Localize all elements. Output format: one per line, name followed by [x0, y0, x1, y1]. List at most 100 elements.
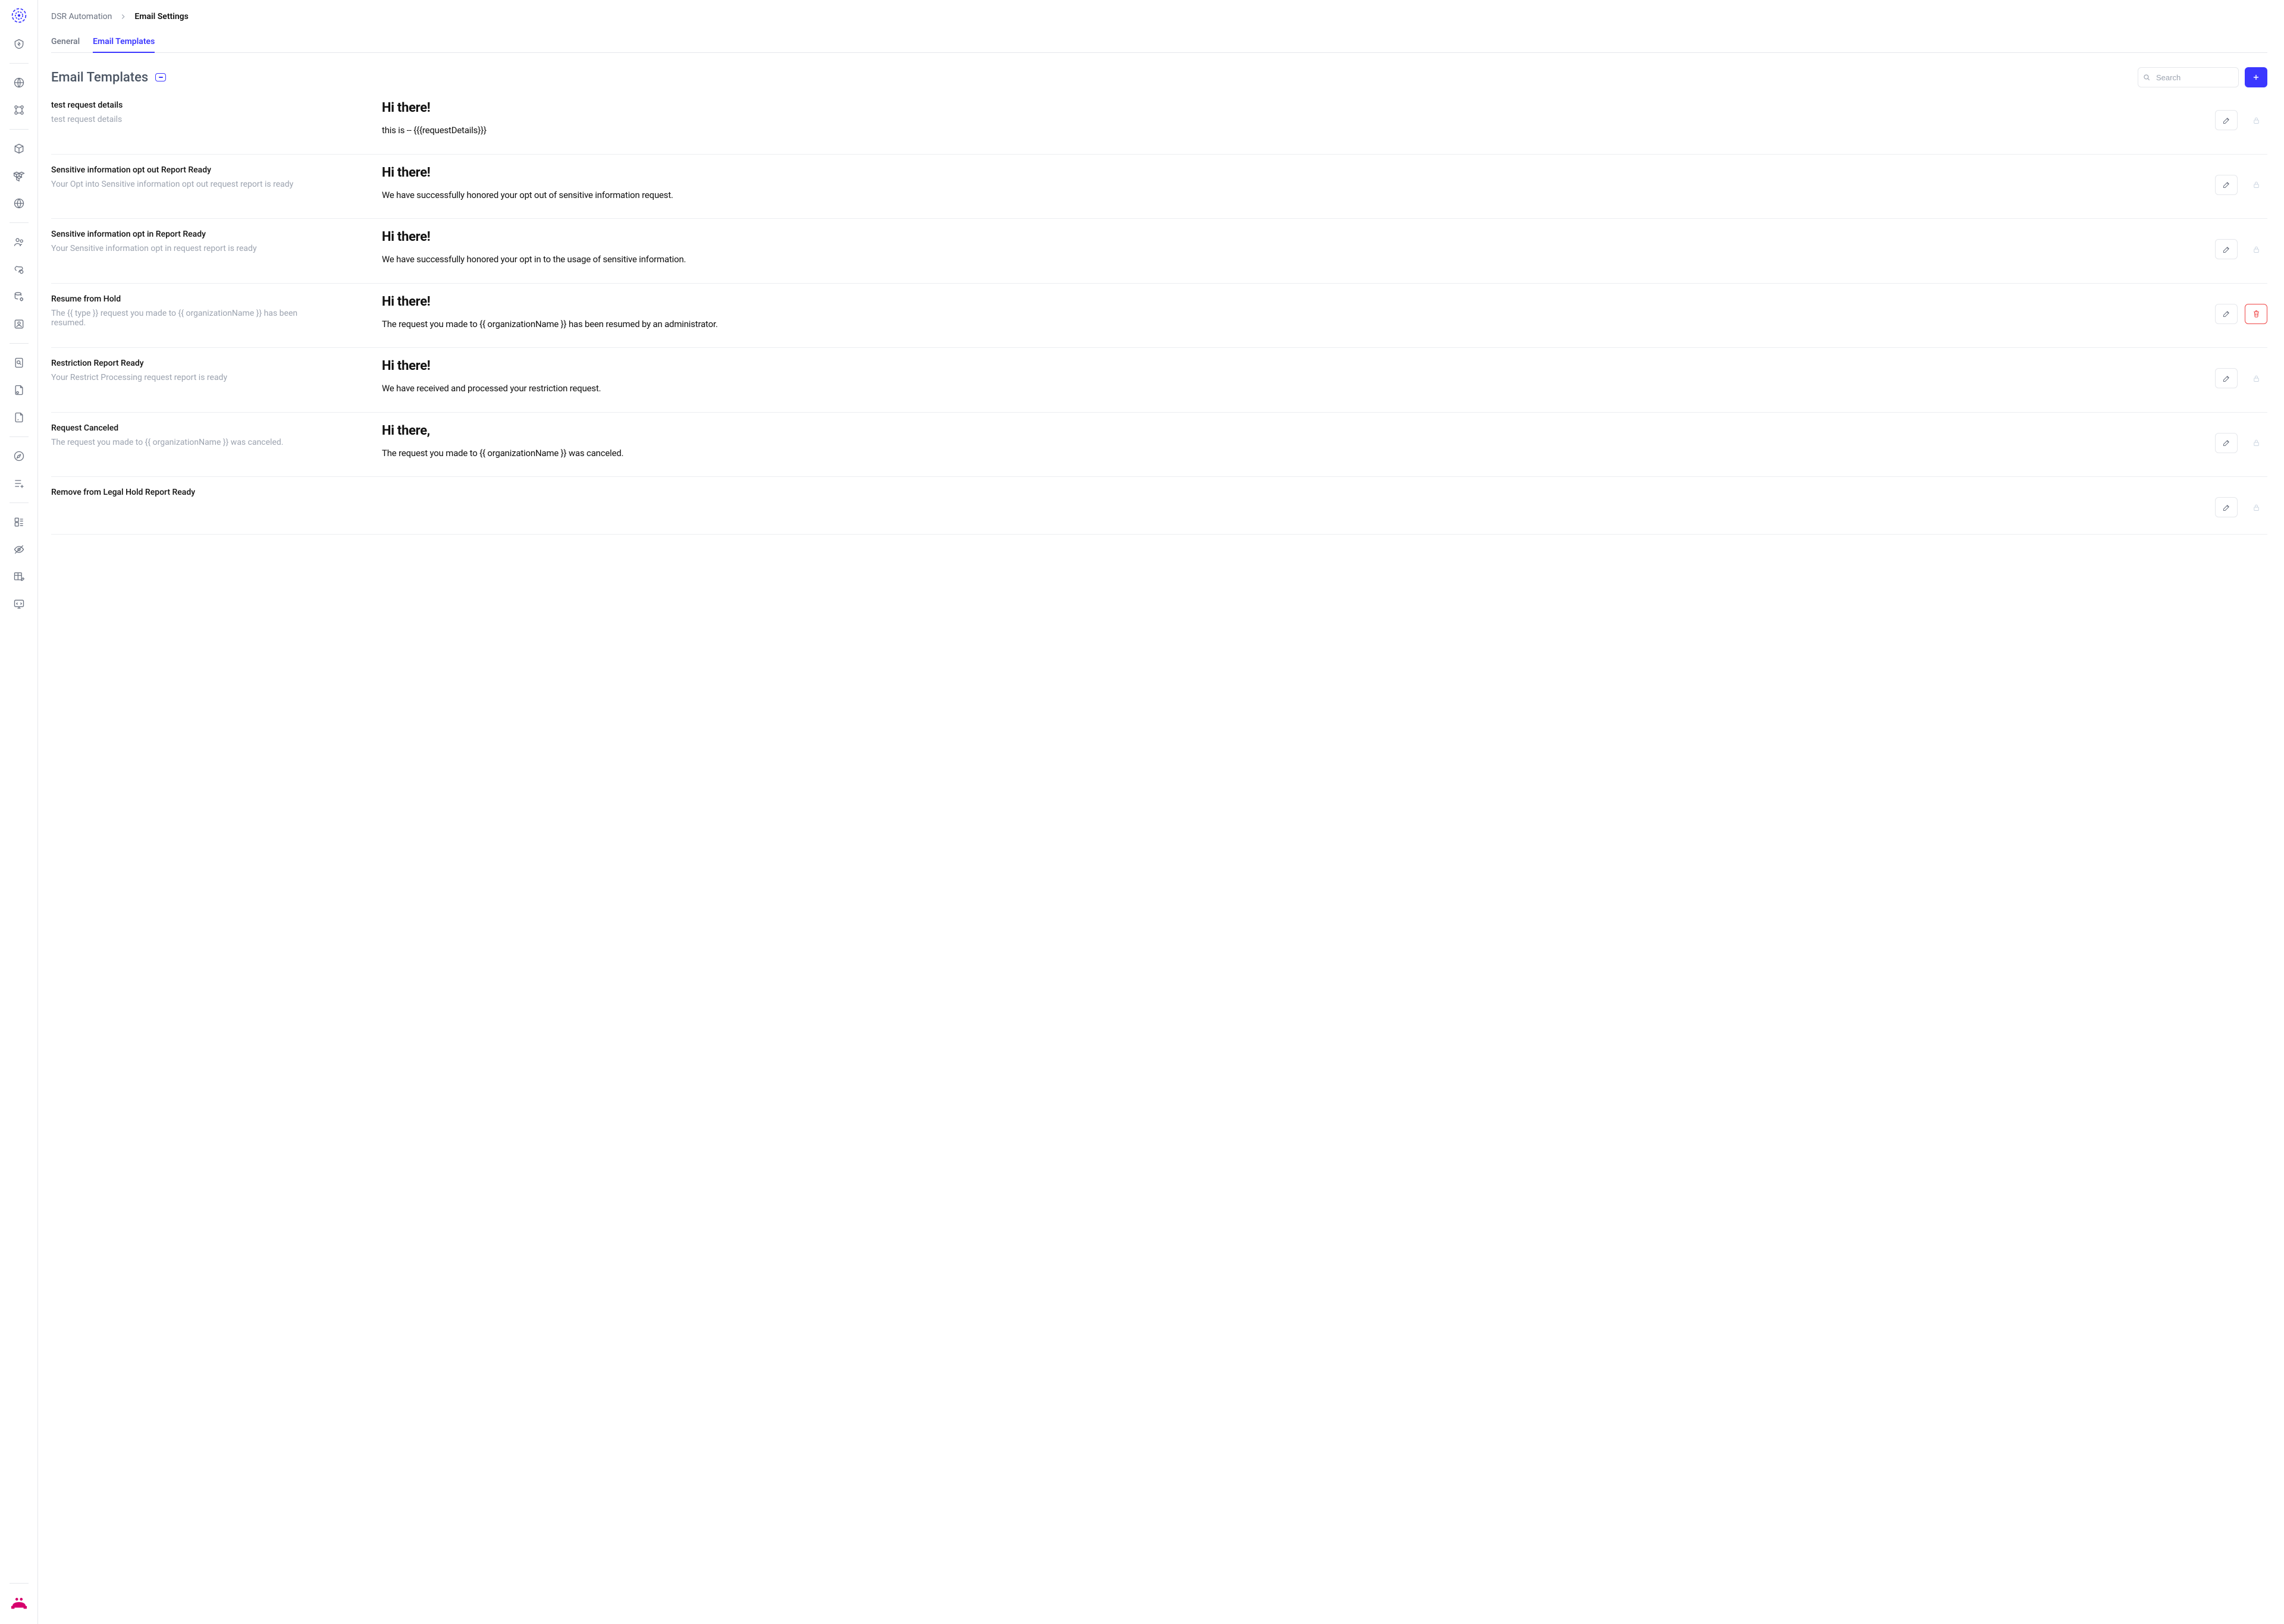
- template-body: We have successfully honored your opt in…: [382, 253, 2151, 266]
- template-preview: Hi there! The request you made to {{ orga…: [382, 294, 2151, 331]
- template-greeting: Hi there!: [382, 359, 2151, 373]
- sidebar-divider: [10, 436, 29, 437]
- template-greeting: Hi there,: [382, 423, 2151, 438]
- template-meta: Restriction Report Ready Your Restrict Pr…: [51, 359, 325, 382]
- nav-compass-icon[interactable]: [7, 444, 31, 468]
- template-actions: [2208, 230, 2267, 259]
- template-subtitle: The request you made to {{ organizationN…: [51, 438, 325, 447]
- nav-cube-icon[interactable]: [7, 137, 31, 161]
- template-actions: [2208, 100, 2267, 130]
- nav-globe-fill-icon[interactable]: [7, 191, 31, 215]
- chevron-right-icon: [119, 12, 127, 21]
- nav-transcend-brand-icon[interactable]: [7, 1591, 31, 1614]
- nav-cubes-icon[interactable]: [7, 164, 31, 188]
- sidebar-divider: [10, 222, 29, 223]
- template-meta: Sensitive information opt in Report Read…: [51, 230, 325, 253]
- search-field: [2138, 67, 2239, 87]
- nav-consent-icon[interactable]: [7, 257, 31, 281]
- nav-eye-off-icon[interactable]: [7, 538, 31, 561]
- search-input[interactable]: [2138, 67, 2239, 87]
- lock-icon: [2245, 497, 2267, 517]
- template-row: Resume from Hold The {{ type }} request y…: [51, 284, 2267, 348]
- brand-logo: [11, 7, 27, 24]
- template-body: The request you made to {{ organizationN…: [382, 447, 2151, 460]
- edit-button[interactable]: [2215, 497, 2238, 517]
- nav-form-icon[interactable]: [7, 510, 31, 534]
- template-body: this is -- {{{requestDetails}}}: [382, 124, 2151, 137]
- lock-icon: [2245, 110, 2267, 130]
- lock-icon: [2245, 433, 2267, 453]
- breadcrumb-current: Email Settings: [134, 12, 188, 21]
- template-greeting: Hi there!: [382, 294, 2151, 309]
- template-subtitle: Your Opt into Sensitive information opt …: [51, 180, 325, 189]
- template-actions: [2208, 165, 2267, 195]
- template-subtitle: test request details: [51, 115, 325, 124]
- template-row: test request details test request details…: [51, 97, 2267, 155]
- template-meta: Request CanceledThe request you made to …: [51, 423, 325, 447]
- tabs: General Email Templates: [51, 33, 2267, 53]
- nav-data-map-icon[interactable]: [7, 71, 31, 95]
- template-row: Restriction Report Ready Your Restrict Pr…: [51, 348, 2267, 413]
- template-greeting: Hi there!: [382, 100, 2151, 115]
- template-preview: Hi there! We have received and processed …: [382, 359, 2151, 395]
- template-greeting: Hi there!: [382, 165, 2151, 180]
- sidebar-divider: [10, 63, 29, 64]
- edit-button[interactable]: [2215, 110, 2238, 130]
- template-chip-icon: [155, 73, 166, 81]
- edit-button[interactable]: [2215, 175, 2238, 195]
- template-body: We have received and processed your rest…: [382, 382, 2151, 395]
- edit-button[interactable]: [2215, 433, 2238, 453]
- tab-email-templates[interactable]: Email Templates: [93, 33, 155, 52]
- header-row: Email Templates: [51, 67, 2267, 87]
- template-row: Sensitive information opt out Report Rea…: [51, 155, 2267, 219]
- template-subtitle: Your Restrict Processing request report …: [51, 373, 325, 382]
- edit-button[interactable]: [2215, 239, 2238, 259]
- nav-table-edit-icon[interactable]: [7, 565, 31, 589]
- template-subtitle: The {{ type }} request you made to {{ or…: [51, 309, 325, 328]
- lock-icon: [2245, 175, 2267, 195]
- template-title: test request details: [51, 100, 325, 110]
- template-row: Sensitive information opt in Report Read…: [51, 219, 2267, 284]
- sidebar-divider: [10, 502, 29, 503]
- template-title: Sensitive information opt out Report Rea…: [51, 165, 325, 175]
- main-content: DSR Automation Email Settings General Em…: [38, 0, 2284, 1624]
- template-meta: Remove from Legal Hold Report Ready: [51, 488, 325, 502]
- add-template-button[interactable]: [2245, 67, 2267, 87]
- template-actions: [2208, 423, 2267, 453]
- template-title: Remove from Legal Hold Report Ready: [51, 488, 325, 497]
- template-title: Resume from Hold: [51, 294, 325, 304]
- nav-code-monitor-icon[interactable]: [7, 592, 31, 616]
- tab-general[interactable]: General: [51, 33, 80, 52]
- template-actions: [2208, 488, 2267, 517]
- edit-button[interactable]: [2215, 368, 2238, 388]
- lock-icon: [2245, 239, 2267, 259]
- delete-button[interactable]: [2245, 304, 2267, 324]
- nav-infrastructure-icon[interactable]: [7, 98, 31, 122]
- nav-identity-icon[interactable]: [7, 312, 31, 336]
- nav-list-plus-icon[interactable]: [7, 472, 31, 495]
- nav-search-doc-icon[interactable]: [7, 351, 31, 375]
- template-preview: Hi there, The request you made to {{ orga…: [382, 423, 2151, 460]
- sidebar-divider: [10, 343, 29, 344]
- nav-action-center-icon[interactable]: [7, 32, 31, 56]
- template-meta: Resume from Hold The {{ type }} request y…: [51, 294, 325, 328]
- template-preview: Hi there! this is -- {{{requestDetails}}}: [382, 100, 2151, 137]
- nav-file-check-icon[interactable]: [7, 406, 31, 429]
- template-actions: [2208, 294, 2267, 324]
- search-icon: [2142, 73, 2151, 81]
- template-preview: Hi there! We have successfully honored yo…: [382, 165, 2151, 202]
- template-row: Request CanceledThe request you made to …: [51, 413, 2267, 478]
- page-title: Email Templates: [51, 70, 166, 85]
- sidebar-divider: [10, 129, 29, 130]
- nav-dsr-icon[interactable]: [7, 230, 31, 254]
- template-actions: [2208, 359, 2267, 388]
- sidebar: [0, 0, 38, 1624]
- template-body: We have successfully honored your opt ou…: [382, 189, 2151, 202]
- nav-policy-doc-icon[interactable]: [7, 378, 31, 402]
- template-meta: Sensitive information opt out Report Rea…: [51, 165, 325, 189]
- template-title: Restriction Report Ready: [51, 359, 325, 368]
- edit-button[interactable]: [2215, 304, 2238, 324]
- breadcrumb-parent[interactable]: DSR Automation: [51, 12, 112, 21]
- template-body: The request you made to {{ organizationN…: [382, 318, 2151, 331]
- nav-database-gear-icon[interactable]: [7, 285, 31, 309]
